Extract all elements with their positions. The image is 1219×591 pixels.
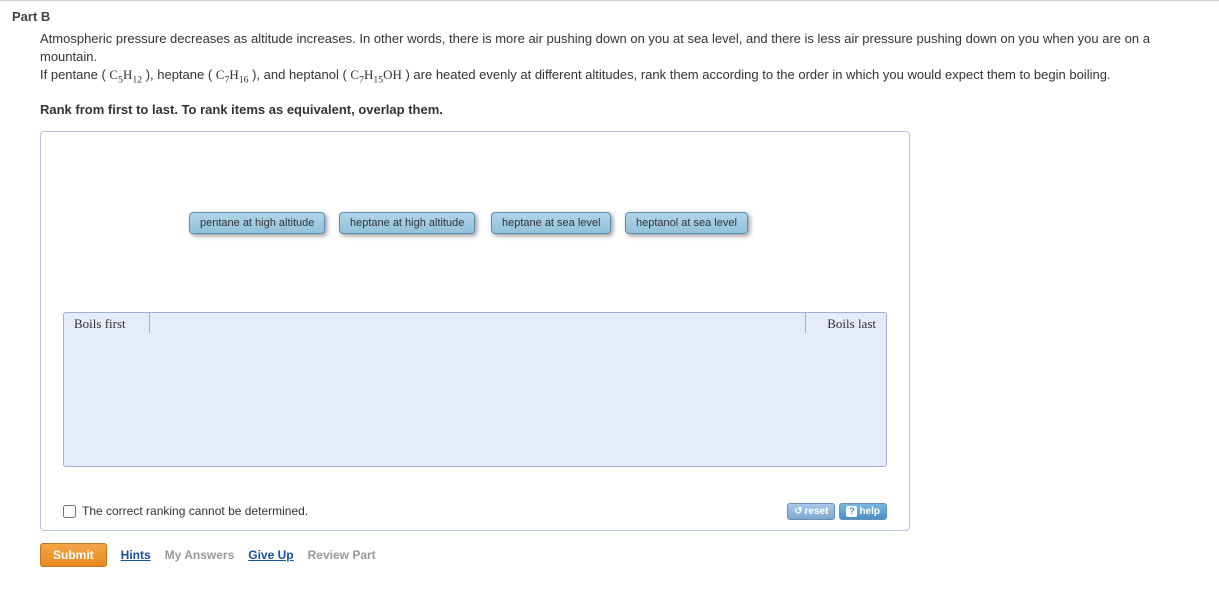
widget-buttons: ↺ reset ? help [787,503,887,520]
help-button[interactable]: ? help [839,503,887,520]
question-line2-post: ) are heated evenly at different altitud… [402,67,1111,82]
part-label: Part B [0,1,1219,30]
divider [149,313,150,333]
rank-item-heptane-high[interactable]: heptane at high altitude [339,212,475,234]
cannot-determine-label: The correct ranking cannot be determined… [82,504,308,518]
formula-pentane: C5H12 [109,67,142,82]
formula-heptane: C7H16 [216,67,249,82]
item-staging-area[interactable]: pentane at high altitude heptane at high… [41,132,909,312]
drop-label-first: Boils first [70,316,130,332]
rank-item-heptanol-sea[interactable]: heptanol at sea level [625,212,748,234]
give-up-link[interactable]: Give Up [248,548,293,562]
cannot-determine-row[interactable]: The correct ranking cannot be determined… [63,504,308,518]
question-line1: Atmospheric pressure decreases as altitu… [40,31,1150,64]
sep2: ), and heptanol ( [248,67,350,82]
hints-link[interactable]: Hints [121,548,151,562]
rank-item-heptane-sea[interactable]: heptane at sea level [491,212,611,234]
submit-button[interactable]: Submit [40,543,107,567]
question-text: Atmospheric pressure decreases as altitu… [40,30,1179,88]
help-icon: ? [846,506,857,517]
drop-label-last: Boils last [823,316,880,332]
rank-drop-zone[interactable]: Boils first Boils last [63,312,887,467]
question-line2-pre: If pentane ( [40,67,109,82]
action-row: Submit Hints My Answers Give Up Review P… [40,543,1179,567]
reset-button[interactable]: ↺ reset [787,503,835,520]
formula-heptanol: C7H15OH [350,67,401,82]
review-part-link: Review Part [308,548,376,562]
divider [805,313,806,333]
reset-label: reset [805,506,829,517]
cannot-determine-checkbox[interactable] [63,505,76,518]
widget-footer: The correct ranking cannot be determined… [63,503,887,520]
rank-instruction: Rank from first to last. To rank items a… [40,102,1179,117]
reset-icon: ↺ [794,506,802,517]
rank-item-pentane-high[interactable]: pentane at high altitude [189,212,325,234]
my-answers-link: My Answers [165,548,235,562]
sep1: ), heptane ( [142,67,216,82]
help-label: help [859,506,880,517]
rank-widget: pentane at high altitude heptane at high… [40,131,910,531]
